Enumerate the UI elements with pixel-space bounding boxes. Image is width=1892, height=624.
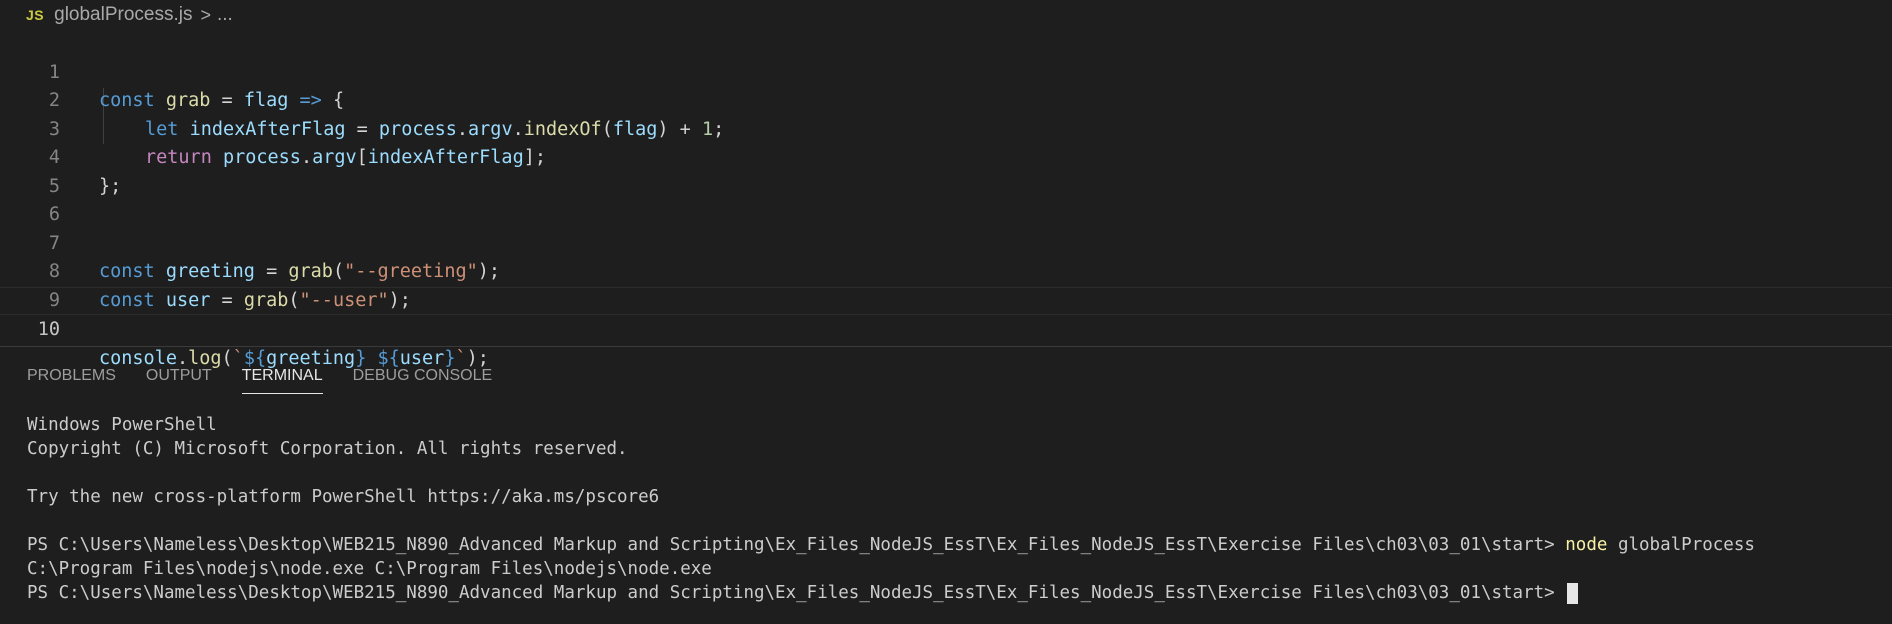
terminal-output: C:\Program Files\nodejs\node.exe C:\Prog… <box>27 559 712 579</box>
line-number: 10 <box>37 319 60 340</box>
javascript-file-icon: JS <box>26 7 45 23</box>
code-line-current[interactable]: 10 console.log(`${greeting} ${user}`); <box>0 286 1892 369</box>
tab-terminal[interactable]: TERMINAL <box>241 364 323 394</box>
breadcrumb-symbols[interactable]: ... <box>217 4 233 26</box>
code-line[interactable]: 4 }; <box>0 116 1892 197</box>
breadcrumb-file-name[interactable]: globalProcess.js <box>54 4 192 26</box>
terminal-prompt: PS C:\Users\Nameless\Desktop\WEB215_N890… <box>27 535 1566 555</box>
code-line[interactable]: 2 let indexAfterFlag = process.argv.inde… <box>0 59 1892 140</box>
terminal-command-arg: globalProcess <box>1607 535 1755 555</box>
chevron-right-icon: > <box>200 4 211 25</box>
tab-problems[interactable]: PROBLEMS <box>27 364 116 394</box>
code-line[interactable]: 9 <box>0 258 1892 311</box>
terminal-line: Windows PowerShell <box>27 415 217 435</box>
code-line[interactable]: 5 <box>0 144 1892 197</box>
code-editor[interactable]: 1 const grab = flag => { 2 let indexAfte… <box>0 30 1892 369</box>
terminal-line-empty <box>27 461 1877 485</box>
code-line[interactable]: 1 const grab = flag => { <box>0 30 1892 112</box>
tab-output[interactable]: OUTPUT <box>146 364 212 394</box>
code-line[interactable]: 8 const user = grab("--user"); <box>0 230 1892 311</box>
terminal-prompt-line[interactable]: PS C:\Users\Nameless\Desktop\WEB215_N890… <box>27 581 1877 605</box>
terminal[interactable]: Windows PowerShell Copyright (C) Microso… <box>27 413 1877 605</box>
terminal-command: node <box>1565 535 1608 555</box>
terminal-line: Copyright (C) Microsoft Corporation. All… <box>27 439 628 459</box>
terminal-prompt: PS C:\Users\Nameless\Desktop\WEB215_N890… <box>27 583 1566 603</box>
terminal-line-empty <box>27 509 1877 533</box>
terminal-command-line: PS C:\Users\Nameless\Desktop\WEB215_N890… <box>27 533 1877 557</box>
code-line[interactable]: 3 return process.argv[indexAfterFlag]; <box>0 87 1892 169</box>
tab-debug-console[interactable]: DEBUG CONSOLE <box>353 364 493 394</box>
terminal-cursor <box>1567 582 1579 604</box>
code-line[interactable]: 7 const greeting = grab("--greeting"); <box>0 201 1892 283</box>
breadcrumb: JS globalProcess.js > ... <box>0 0 1892 30</box>
code-line[interactable]: 6 <box>0 173 1892 225</box>
terminal-line: Try the new cross-platform PowerShell ht… <box>27 487 660 507</box>
panel-divider[interactable] <box>0 346 1892 347</box>
panel-tab-bar: PROBLEMS OUTPUT TERMINAL DEBUG CONSOLE <box>0 364 522 394</box>
